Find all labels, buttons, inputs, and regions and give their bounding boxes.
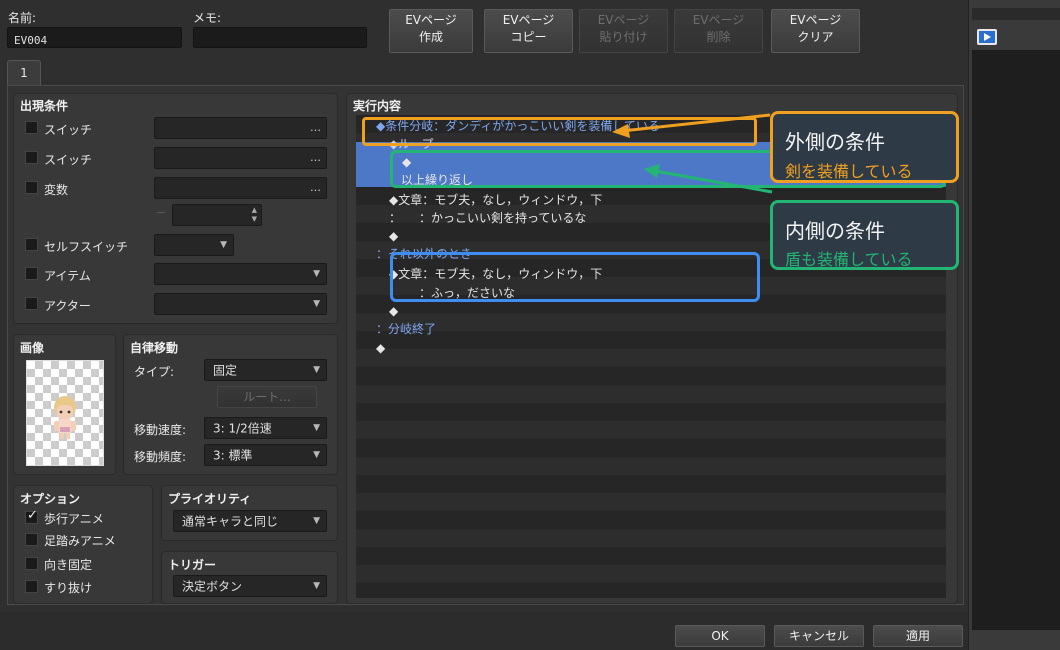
inner-condition-callout: 内側の条件 盾も装備している xyxy=(770,200,959,270)
outer-callout-title: 外側の条件 xyxy=(785,130,885,154)
callout-arrows xyxy=(612,113,773,194)
outer-callout-sub: 剣を装備している xyxy=(785,162,913,181)
apply-button[interactable]: 適用 xyxy=(873,625,963,647)
play-icon[interactable] xyxy=(977,29,997,45)
ok-button[interactable]: OK xyxy=(675,625,765,647)
outer-condition-callout: 外側の条件 剣を装備している xyxy=(770,111,959,183)
side-view xyxy=(972,50,1060,630)
side-strip xyxy=(972,8,1060,20)
inner-callout-sub: 盾も装備している xyxy=(785,250,913,269)
inner-callout-title: 内側の条件 xyxy=(785,219,885,243)
cancel-button[interactable]: キャンセル xyxy=(774,625,864,647)
